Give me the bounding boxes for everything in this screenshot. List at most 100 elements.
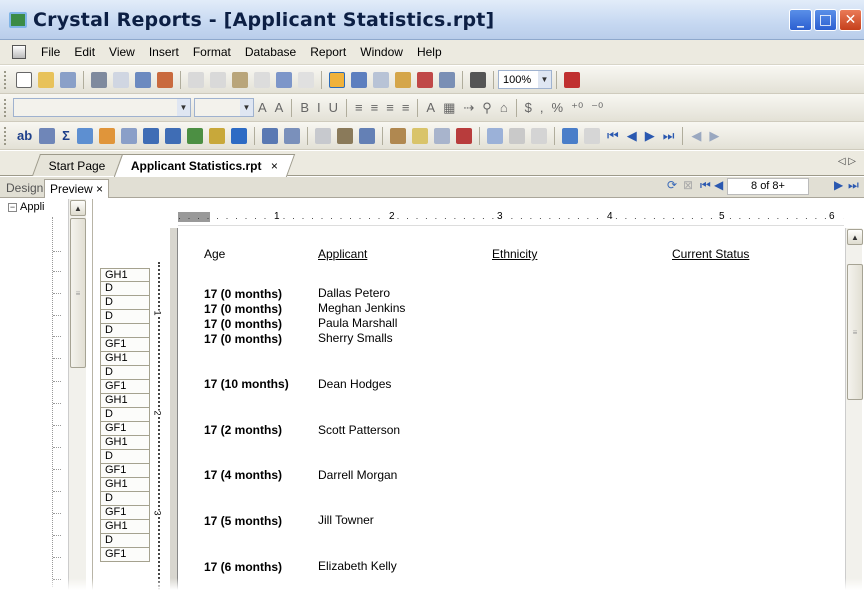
insert-group-icon[interactable] <box>39 127 56 144</box>
refresh-icon[interactable] <box>135 71 151 88</box>
record-applicant[interactable]: Elizabeth Kelly <box>318 559 397 573</box>
increase-decimals-icon[interactable]: ⁺⁰ <box>571 100 583 116</box>
border-icon[interactable]: ▦ <box>443 100 455 116</box>
undo-icon[interactable] <box>276 71 292 88</box>
grow-font-icon[interactable]: A <box>258 100 267 115</box>
percent-icon[interactable]: % <box>552 100 564 115</box>
next-page-icon[interactable]: ▶ <box>645 128 655 144</box>
record-applicant[interactable]: Scott Patterson <box>318 423 400 437</box>
section-label[interactable]: GF1 <box>100 506 150 520</box>
section-label[interactable]: GF1 <box>100 464 150 478</box>
toolbar-grip[interactable] <box>4 70 7 89</box>
section-label[interactable]: GF1 <box>100 338 150 352</box>
bold-icon[interactable]: B <box>300 100 309 115</box>
section-label[interactable]: GF1 <box>100 380 150 394</box>
previous-page-icon[interactable]: ◀ <box>627 128 637 144</box>
menu-view[interactable]: View <box>102 45 142 59</box>
page-number-field[interactable]: 8 of 8+ <box>727 178 809 195</box>
suppress-icon[interactable]: ⇢ <box>463 100 474 116</box>
font-color-icon[interactable]: A <box>426 100 435 115</box>
insert-summary-icon[interactable]: Σ <box>62 128 70 143</box>
tree-node[interactable] <box>53 315 61 316</box>
section-label[interactable]: GH1 <box>100 394 150 408</box>
section-label[interactable]: GH1 <box>100 268 150 282</box>
sort-expert-icon[interactable] <box>261 127 278 144</box>
paste-icon[interactable] <box>232 71 248 88</box>
record-age[interactable]: 17 (5 months) <box>204 514 282 528</box>
tree-node[interactable] <box>53 293 61 294</box>
record-age[interactable]: 17 (10 months) <box>204 377 289 391</box>
section-label[interactable]: GH1 <box>100 478 150 492</box>
tree-node[interactable] <box>53 271 61 272</box>
help-icon[interactable] <box>564 71 580 88</box>
column-header-ethnicity[interactable]: Ethnicity <box>492 247 537 261</box>
select-expert-icon[interactable] <box>314 127 331 144</box>
format-painter-icon[interactable] <box>254 71 270 88</box>
copy-icon[interactable] <box>210 71 226 88</box>
maximize-button[interactable]: □ <box>814 9 837 31</box>
justify-icon[interactable]: ≡ <box>402 100 410 115</box>
tree-node[interactable] <box>53 557 61 558</box>
record-age[interactable]: 17 (0 months) <box>204 287 282 301</box>
database-expert-icon[interactable] <box>486 127 503 144</box>
workbench-icon[interactable] <box>439 71 455 88</box>
new-icon[interactable] <box>16 71 32 88</box>
next-page-small-icon[interactable]: ▶ <box>834 178 843 192</box>
refresh-data-icon[interactable] <box>561 127 578 144</box>
template-expert-icon[interactable] <box>389 127 406 144</box>
insert-olap-icon[interactable] <box>98 127 115 144</box>
back-icon[interactable]: ◀ <box>691 128 701 144</box>
chevron-down-icon[interactable]: ▼ <box>240 99 253 116</box>
record-sort-icon[interactable] <box>283 127 300 144</box>
report-vertical-scrollbar[interactable]: ▲ ≡ <box>845 228 863 590</box>
tree-node[interactable] <box>53 513 61 514</box>
section-label[interactable]: GH1 <box>100 520 150 534</box>
collapse-icon[interactable]: − <box>8 202 17 212</box>
menu-format[interactable]: Format <box>186 45 238 59</box>
insert-text-object-icon[interactable]: ab <box>17 128 32 143</box>
formula-icon[interactable] <box>411 127 428 144</box>
menu-window[interactable]: Window <box>353 45 410 59</box>
insert-map-icon[interactable] <box>230 127 247 144</box>
column-header-current-status[interactable]: Current Status <box>672 247 749 261</box>
set-location-icon[interactable] <box>508 127 525 144</box>
currency-icon[interactable]: $ <box>525 100 532 115</box>
tree-node[interactable] <box>53 425 61 426</box>
menu-insert[interactable]: Insert <box>142 45 186 59</box>
tab-close-icon[interactable]: × <box>271 159 278 173</box>
record-applicant[interactable]: Sherry Smalls <box>318 331 393 345</box>
tab-applicant-statistics[interactable]: Applicant Statistics.rpt × <box>113 154 296 177</box>
insert-box-icon[interactable] <box>164 127 181 144</box>
record-age[interactable]: 17 (4 months) <box>204 468 282 482</box>
column-header-age[interactable]: Age <box>204 247 225 261</box>
tab-scroll-arrows-icon[interactable]: ◁ ▷ <box>838 156 856 167</box>
tree-node[interactable] <box>53 491 61 492</box>
minimize-button[interactable]: _ <box>789 9 812 31</box>
menu-report[interactable]: Report <box>303 45 353 59</box>
record-age[interactable]: 17 (0 months) <box>204 302 282 316</box>
record-applicant[interactable]: Meghan Jenkins <box>318 301 405 315</box>
document-menu-icon[interactable] <box>12 45 26 59</box>
first-page-small-icon[interactable]: ⏮ <box>700 178 711 193</box>
group-tree-root[interactable]: − Appli <box>8 201 44 213</box>
section-label[interactable]: GF1 <box>100 548 150 562</box>
stop-icon[interactable] <box>583 127 600 144</box>
tree-node[interactable] <box>53 447 61 448</box>
previous-page-small-icon[interactable]: ◀ <box>714 178 723 192</box>
menu-file[interactable]: File <box>34 45 67 59</box>
insert-chart-icon[interactable] <box>208 127 225 144</box>
report-explorer-icon[interactable] <box>373 71 389 88</box>
first-page-icon[interactable]: ⏮ <box>607 128 619 144</box>
record-age[interactable]: 17 (0 months) <box>204 332 282 346</box>
group-tree-toggle-icon[interactable] <box>329 71 345 88</box>
running-total-icon[interactable] <box>455 127 472 144</box>
italic-icon[interactable]: I <box>317 100 321 115</box>
record-applicant[interactable]: Dallas Petero <box>318 286 390 300</box>
tree-node[interactable] <box>53 251 61 252</box>
section-label[interactable]: D <box>100 534 150 548</box>
section-label[interactable]: GH1 <box>100 436 150 450</box>
section-label[interactable]: D <box>100 310 150 324</box>
record-age[interactable]: 17 (0 months) <box>204 317 282 331</box>
insert-crosstab-icon[interactable] <box>76 127 93 144</box>
chevron-down-icon[interactable]: ▼ <box>177 99 190 116</box>
